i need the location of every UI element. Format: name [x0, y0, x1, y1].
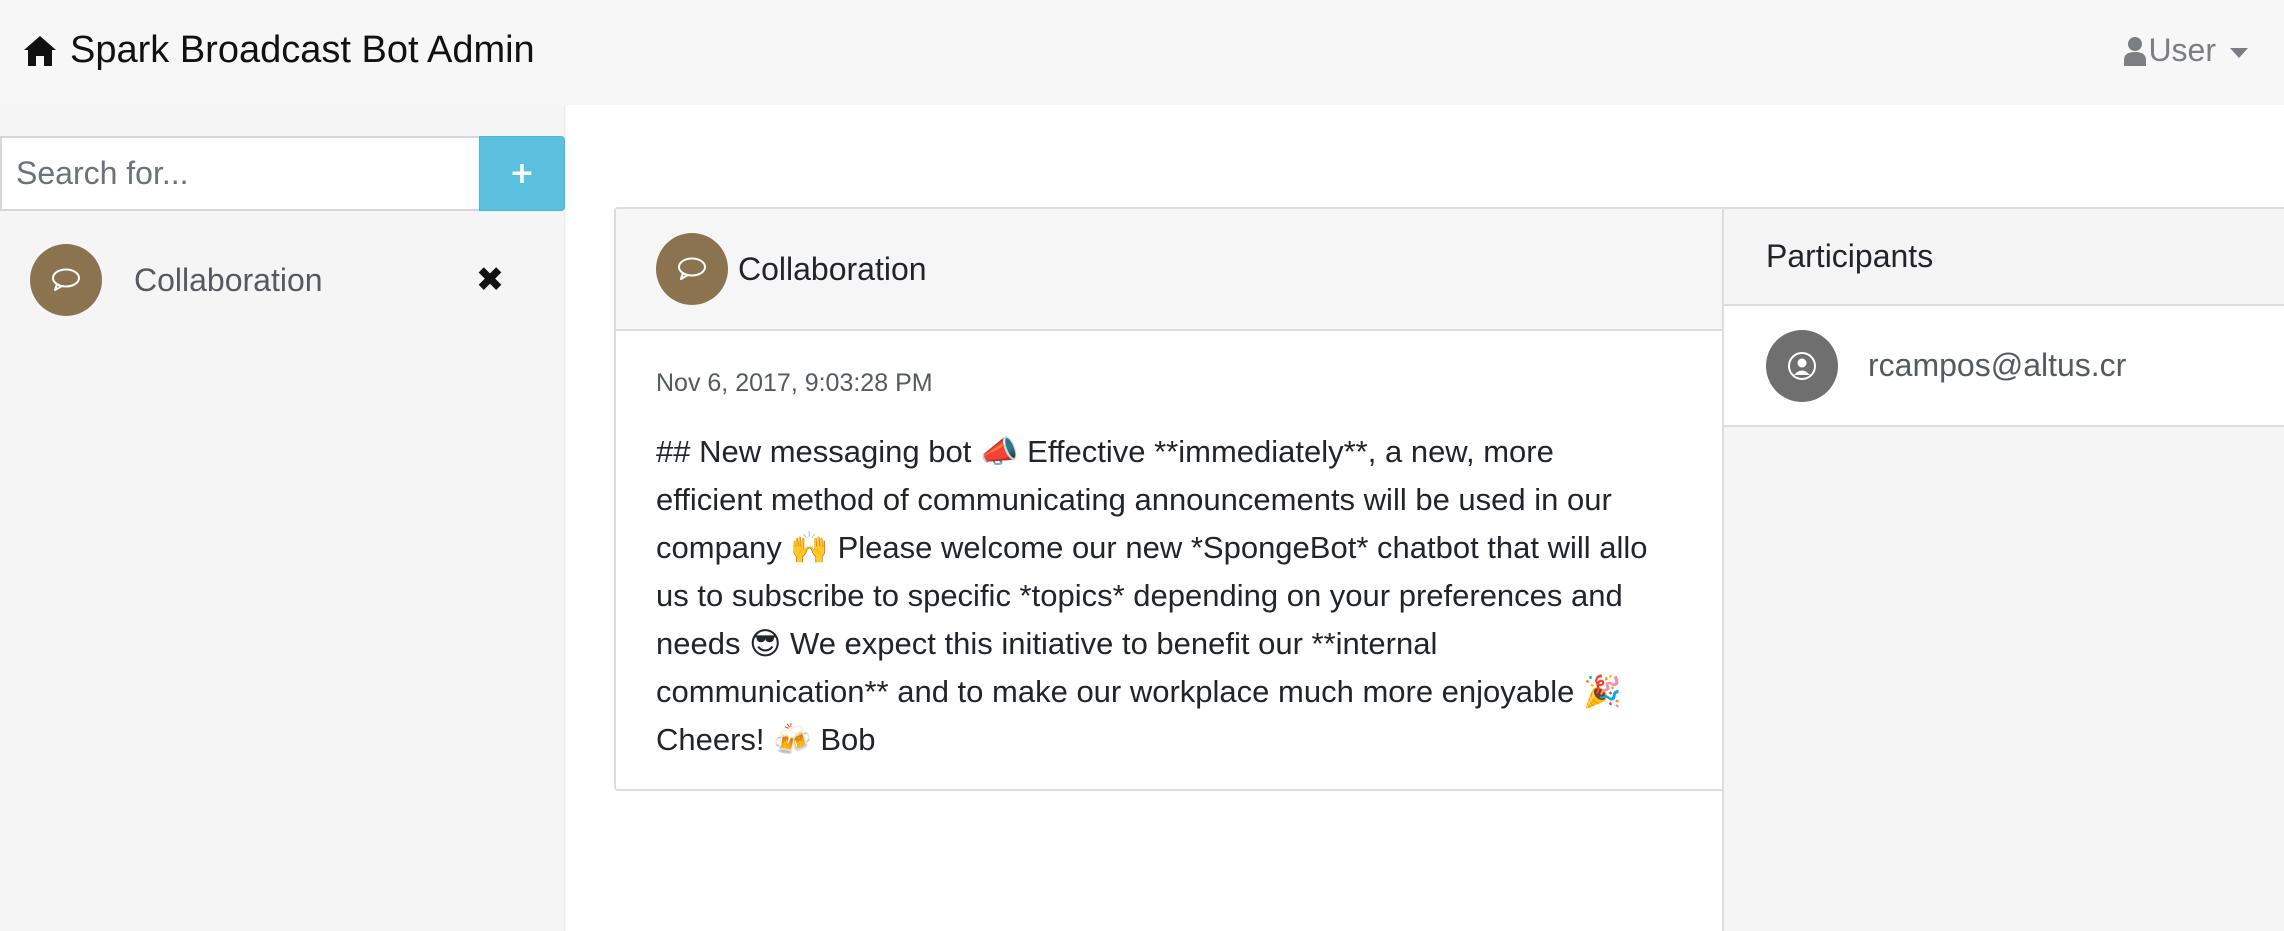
remove-topic-icon[interactable]: ✖: [455, 250, 525, 310]
brand-title: Spark Broadcast Bot Admin: [70, 29, 535, 71]
message-line: needs 😎 We expect this initiative to ben…: [656, 626, 1438, 661]
message-line: us to subscribe to specific *topics* dep…: [656, 578, 1623, 613]
topic-list-item[interactable]: Collaboration ✖: [0, 235, 565, 325]
participants-title: Participants: [1724, 207, 2284, 306]
topic-avatar: [30, 244, 102, 316]
add-topic-button[interactable]: +: [479, 136, 565, 211]
caret-down-icon: [2230, 47, 2248, 58]
topic-avatar: [656, 233, 728, 305]
sidebar: + Collaboration ✖: [0, 105, 565, 931]
message-line: Cheers! 🍻 Bob: [656, 722, 876, 757]
user-icon: [2124, 36, 2147, 66]
message-timestamp: Nov 6, 2017, 9:03:28 PM: [656, 369, 933, 397]
topic-card-header: Collaboration: [616, 209, 1723, 331]
search-group: +: [0, 136, 565, 211]
participants-panel: Participants rcampos@altus.cr: [1722, 207, 2284, 931]
chat-bubble-icon: [678, 257, 706, 280]
topic-label: Collaboration: [134, 261, 323, 298]
participant-avatar: [1766, 329, 1838, 402]
search-input[interactable]: [0, 136, 479, 211]
user-dropdown[interactable]: User: [2124, 28, 2248, 73]
participant-item[interactable]: rcampos@altus.cr: [1724, 306, 2284, 427]
brand-link[interactable]: Spark Broadcast Bot Admin: [22, 28, 535, 73]
message-body: ## New messaging bot 📣 Effective **immed…: [656, 428, 1723, 764]
message-item: Nov 6, 2017, 9:03:28 PM ## New messaging…: [616, 333, 1723, 789]
topic-card-title: Collaboration: [738, 250, 927, 287]
message-line: efficient method of communicating announ…: [656, 482, 1612, 517]
user-label: User: [2148, 32, 2216, 68]
user-circle-icon: [1788, 351, 1816, 380]
participant-email: rcampos@altus.cr: [1868, 347, 2127, 383]
message-line: company 🙌 Please welcome our new *Sponge…: [656, 530, 1648, 565]
plus-icon: +: [509, 156, 535, 191]
topic-card: Collaboration Nov 6, 2017, 9:03:28 PM ##…: [614, 207, 1725, 791]
top-navbar: Spark Broadcast Bot Admin User: [0, 0, 2284, 105]
message-line: communication** and to make our workplac…: [656, 674, 1622, 709]
message-line: ## New messaging bot 📣 Effective **immed…: [656, 434, 1554, 469]
chat-bubble-icon: [52, 268, 80, 291]
home-icon: [24, 35, 56, 66]
